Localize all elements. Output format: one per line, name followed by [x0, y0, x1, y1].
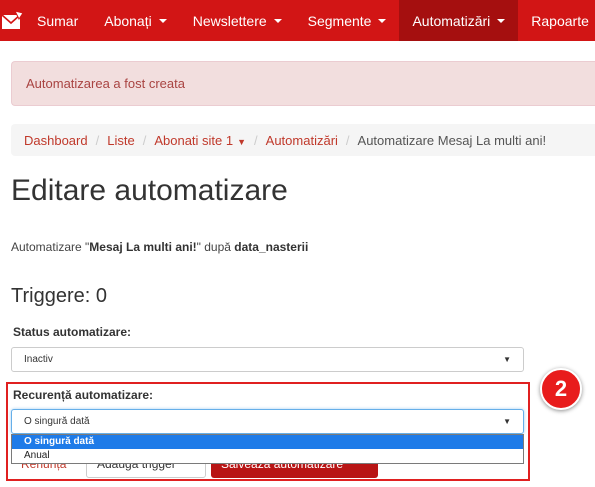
breadcrumb-separator: / — [345, 132, 350, 148]
nav-item-segmente[interactable]: Segmente — [295, 0, 400, 41]
annotation-highlight-box — [6, 382, 530, 481]
triggers-heading: Triggere: 0 — [11, 285, 107, 307]
top-navbar: Sumar Abonați Newslettere Segmente Autom… — [0, 0, 595, 41]
success-alert: Automatizarea a fost creata — [11, 61, 595, 106]
triangle-down-icon: ▼ — [503, 355, 511, 364]
nav-item-newslettere[interactable]: Newslettere — [180, 0, 295, 41]
caret-down-icon — [158, 19, 167, 23]
breadcrumb-separator: / — [95, 132, 100, 148]
step-number-badge: 2 — [540, 368, 582, 410]
breadcrumb-separator: / — [254, 132, 258, 148]
logo-icon[interactable] — [0, 0, 24, 41]
breadcrumb-dashboard[interactable]: Dashboard — [24, 133, 88, 148]
breadcrumb-automatizari[interactable]: Automatizări — [266, 133, 338, 148]
status-label: Status automatizare: — [13, 325, 132, 339]
breadcrumb-liste[interactable]: Liste — [107, 133, 134, 148]
caret-down-icon — [378, 19, 387, 23]
status-select-value: Inactiv — [24, 354, 53, 365]
caret-down-icon — [497, 19, 506, 23]
trigger-field-name: data_nasterii — [234, 240, 309, 254]
breadcrumb-separator: / — [142, 132, 147, 148]
automation-description: Automatizare "Mesaj La multi ani!" după … — [11, 240, 309, 254]
page-title: Editare automatizare — [11, 174, 288, 207]
breadcrumb: Dashboard / Liste / Abonati site 1 ▼ / Au… — [11, 124, 595, 156]
breadcrumb-list-dropdown[interactable]: Abonati site 1 ▼ — [154, 133, 246, 148]
status-select[interactable]: Inactiv ▼ — [11, 347, 524, 372]
nav-item-rapoarte[interactable]: Rapoarte — [518, 0, 595, 41]
nav-item-abonati[interactable]: Abonați — [91, 0, 179, 41]
nav-item-sumar[interactable]: Sumar — [24, 0, 91, 41]
caret-down-icon — [273, 19, 282, 23]
triangle-down-icon: ▼ — [237, 136, 247, 147]
automation-name: Mesaj La multi ani! — [89, 240, 197, 254]
nav-item-automatizari[interactable]: Automatizări — [399, 0, 519, 41]
breadcrumb-current: Automatizare Mesaj La multi ani! — [357, 132, 547, 148]
